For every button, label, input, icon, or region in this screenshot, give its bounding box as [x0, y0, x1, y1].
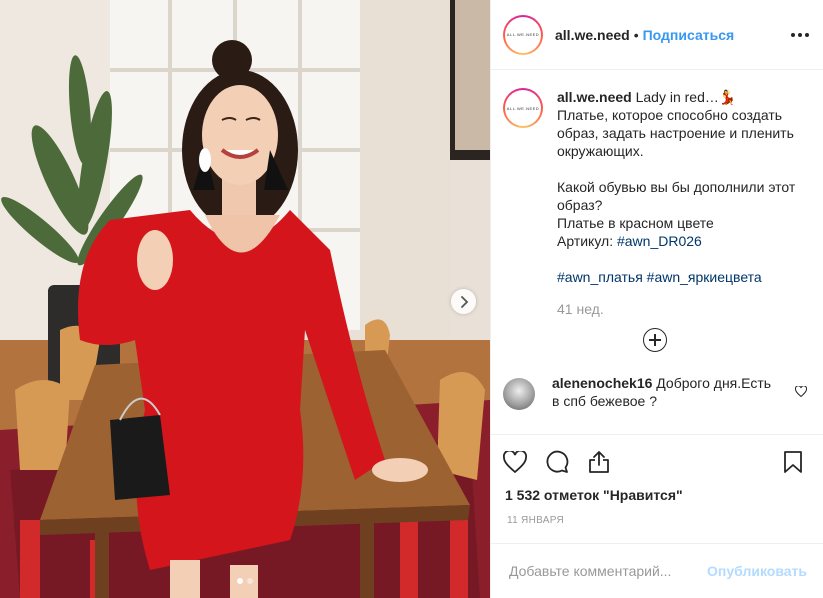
carousel-dot-active: [237, 578, 243, 584]
next-photo-button[interactable]: [451, 289, 476, 314]
carousel-dots: [0, 578, 490, 584]
caption-username[interactable]: all.we.need: [557, 89, 632, 105]
photo-scene: [0, 0, 490, 598]
post-actions: 1 532 отметок "Нравится" 11 ЯНВАРЯ: [491, 434, 823, 543]
caption-text: all.we.need Lady in red…💃 Платье, которо…: [557, 88, 795, 318]
caption-time-ago[interactable]: 41 нед.: [557, 300, 795, 318]
avatar-logo-text: ALL.WE.NEED: [506, 32, 540, 37]
comment-input[interactable]: [509, 563, 708, 579]
comment-bubble-icon[interactable]: [543, 448, 571, 476]
article-hashtag-link[interactable]: #awn_DR026: [617, 233, 702, 249]
more-options-icon[interactable]: [791, 27, 809, 43]
caption-line: Платье, которое способно создать: [557, 107, 783, 123]
follow-button[interactable]: Подписаться: [643, 27, 735, 43]
comment-like-heart-icon[interactable]: [795, 386, 807, 397]
comment-item: alenenochek16 Доброго дня.Есть в спб беж…: [503, 374, 807, 410]
comments-section: ALL.WE.NEED all.we.need Lady in red…💃 Пл…: [491, 70, 823, 434]
like-heart-icon[interactable]: [501, 448, 529, 476]
bookmark-icon[interactable]: [779, 448, 807, 476]
caption-line: образ?: [557, 197, 603, 213]
header-username[interactable]: all.we.need: [555, 27, 630, 43]
post-date: 11 ЯНВАРЯ: [507, 515, 564, 526]
caption-line: Lady in red…💃: [635, 89, 737, 105]
caption-line: образ, задать настроение и пленить: [557, 125, 794, 141]
caption-line: Какой обувью вы бы дополнили этот: [557, 179, 796, 195]
post-side-panel: ALL.WE.NEED all.we.need • Подписаться AL…: [490, 0, 823, 598]
publish-button[interactable]: Опубликовать: [707, 563, 807, 579]
plus-circle-icon[interactable]: [643, 328, 667, 352]
avatar-logo-text: ALL.WE.NEED: [506, 105, 540, 111]
comment-username[interactable]: alenenochek16: [552, 375, 652, 391]
commenter-avatar[interactable]: [503, 378, 535, 410]
caption-line: Артикул:: [557, 233, 617, 249]
profile-avatar[interactable]: ALL.WE.NEED: [503, 14, 543, 55]
caption-avatar[interactable]: ALL.WE.NEED: [503, 88, 543, 128]
caption-line: окружающих.: [557, 143, 644, 159]
post-caption: ALL.WE.NEED all.we.need Lady in red…💃 Пл…: [503, 88, 807, 318]
share-icon[interactable]: [585, 448, 613, 476]
add-comment-bar: Опубликовать: [491, 543, 823, 598]
chevron-right-icon: [460, 295, 468, 308]
caption-line: [557, 160, 795, 178]
instagram-post: ALL.WE.NEED all.we.need • Подписаться AL…: [0, 0, 823, 598]
caption-line: Платье в красном цвете: [557, 215, 714, 231]
load-more-comments: [503, 328, 807, 358]
carousel-dot: [247, 578, 253, 584]
likes-count[interactable]: 1 532 отметок "Нравится": [501, 487, 807, 503]
hashtags-link[interactable]: #awn_платья #awn_яркиецвета: [557, 268, 795, 286]
header-separator: •: [633, 26, 639, 43]
post-header: ALL.WE.NEED all.we.need • Подписаться: [491, 0, 823, 70]
post-photo[interactable]: [0, 0, 490, 598]
